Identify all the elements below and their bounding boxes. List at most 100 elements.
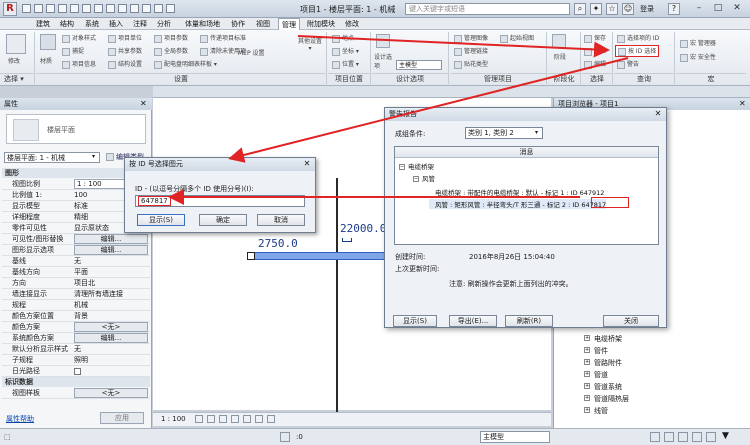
save-selection-button[interactable]: 保存: [594, 35, 606, 42]
browser-item[interactable]: + 管道: [584, 370, 608, 380]
chevron-down-icon[interactable]: ▾: [92, 153, 95, 160]
panel-schedule-button[interactable]: 配电盘明细表样板 ▾: [164, 61, 217, 68]
measure-icon[interactable]: [94, 4, 103, 13]
instance-filter-select[interactable]: 楼层平面: 1 - 机械: [4, 152, 100, 163]
collapse-icon[interactable]: −: [413, 176, 419, 182]
property-row[interactable]: 基线 无: [2, 256, 150, 267]
property-row[interactable]: 可见性/图形替换 编辑...: [2, 234, 150, 245]
property-row[interactable]: 墙连接显示 清理所有墙连接: [2, 289, 150, 300]
property-value[interactable]: 编辑...: [74, 333, 148, 343]
refresh-button[interactable]: 刷新(R): [505, 315, 553, 327]
browser-item[interactable]: + 管道系统: [584, 382, 622, 392]
apply-button[interactable]: 应用: [100, 412, 144, 424]
switch-windows-icon[interactable]: [154, 4, 163, 13]
chevron-down-icon[interactable]: ▾: [535, 129, 538, 136]
property-value[interactable]: <无>: [74, 388, 148, 398]
maximize-icon[interactable]: □: [709, 2, 727, 15]
browser-item[interactable]: + 管件: [584, 346, 608, 356]
tab-annotate[interactable]: 注释: [130, 18, 150, 30]
close-dialog-icon[interactable]: ✕: [652, 109, 664, 120]
mep-settings-button[interactable]: MEP 设置: [238, 48, 265, 57]
tree-node-cable-tray[interactable]: − 电缆桥架: [399, 161, 434, 171]
select-links-icon[interactable]: [650, 432, 660, 442]
sun-path-checkbox[interactable]: [74, 368, 81, 375]
tab-insert[interactable]: 插入: [106, 18, 126, 30]
property-row[interactable]: 日光路径: [2, 366, 150, 377]
position-button[interactable]: 位置 ▾: [342, 61, 359, 68]
help-icon[interactable]: ?: [668, 3, 680, 15]
expand-icon[interactable]: +: [584, 371, 590, 377]
starting-view-button[interactable]: 起始视图: [510, 35, 534, 42]
global-params-button[interactable]: 全局参数: [164, 48, 188, 55]
design-options-button[interactable]: 设计选项: [374, 52, 394, 70]
worksets-icon[interactable]: [280, 432, 290, 442]
open-icon[interactable]: [22, 4, 31, 13]
close-panel-icon[interactable]: ✕: [140, 99, 147, 108]
id-input[interactable]: 647817: [135, 195, 305, 207]
tab-systems[interactable]: 系统: [82, 18, 102, 30]
load-selection-button[interactable]: 载入: [594, 48, 606, 55]
property-row-view-template[interactable]: 视图样板 <无>: [2, 388, 150, 399]
text-icon[interactable]: [106, 4, 115, 13]
design-option-status-select[interactable]: 主模型: [480, 431, 550, 443]
property-value[interactable]: <无>: [74, 322, 148, 332]
close-browser-icon[interactable]: ✕: [739, 99, 746, 108]
shadows-icon[interactable]: [231, 415, 239, 423]
customize-qat-icon[interactable]: [166, 4, 175, 13]
materials-button[interactable]: 材质: [40, 56, 52, 65]
duct-grip-handle[interactable]: [247, 252, 255, 260]
edit-selection-button[interactable]: 编辑: [594, 61, 606, 68]
dimension-right[interactable]: 22000.0: [340, 222, 386, 235]
close-button[interactable]: 关闭: [603, 315, 659, 327]
additional-settings-button[interactable]: 其他设置 ▾: [298, 36, 322, 52]
macro-security-button[interactable]: 宏 安全性: [690, 54, 716, 61]
print-icon[interactable]: [82, 4, 91, 13]
property-row[interactable]: 子规程 照明: [2, 355, 150, 366]
property-value[interactable]: 编辑...: [74, 245, 148, 255]
property-row[interactable]: 基线方向 平面: [2, 267, 150, 278]
location-button[interactable]: 地点: [342, 35, 354, 42]
manage-images-button[interactable]: 管理图像: [464, 35, 488, 42]
property-row[interactable]: 规程 机械: [2, 300, 150, 311]
close-window-icon[interactable]: ✕: [728, 2, 746, 15]
group-by-select[interactable]: 类别 1, 类别 2: [465, 127, 543, 139]
type-selector[interactable]: 楼层平面: [6, 114, 146, 144]
materials-icon[interactable]: [40, 34, 56, 50]
select-panel-title[interactable]: 选择 ▾: [0, 73, 34, 83]
phases-icon[interactable]: [552, 34, 566, 48]
undo-icon[interactable]: [58, 4, 67, 13]
redo-icon[interactable]: [70, 4, 79, 13]
show-button[interactable]: 显示(S): [393, 315, 437, 327]
dimension-left[interactable]: 2750.0: [258, 237, 298, 250]
modify-button[interactable]: 修改: [8, 56, 20, 65]
tree-leaf-cable-tray[interactable]: 电缆桥架 : 带配件的电缆桥架 : 默认 - 标记 1 : ID 647912: [435, 187, 604, 197]
detail-level-icon[interactable]: [195, 415, 203, 423]
project-params-button[interactable]: 项目参数: [164, 35, 188, 42]
transfer-standards-button[interactable]: 传递项目标准: [210, 35, 246, 42]
main-model-select[interactable]: 主模型: [396, 60, 442, 70]
user-icon[interactable]: ☺: [622, 3, 634, 15]
manage-links-button[interactable]: 管理链接: [464, 48, 488, 55]
project-units-button[interactable]: 项目单位: [118, 35, 142, 42]
tab-analyze[interactable]: 分析: [154, 18, 174, 30]
tab-addins[interactable]: 附加模块: [304, 18, 338, 30]
browser-item[interactable]: + 管路附件: [584, 358, 622, 368]
property-row[interactable]: 默认分析显示样式无: [2, 344, 150, 355]
expand-icon[interactable]: +: [584, 395, 590, 401]
minimize-icon[interactable]: –: [690, 2, 708, 15]
visual-style-icon[interactable]: [207, 415, 215, 423]
reveal-hidden-icon[interactable]: [267, 415, 275, 423]
tab-massing-site[interactable]: 体量和场地: [182, 18, 223, 30]
export-button[interactable]: 导出(E)...: [449, 315, 497, 327]
coordinates-button[interactable]: 坐标 ▾: [342, 48, 359, 55]
filter-icon[interactable]: ▼: [722, 431, 729, 441]
show-button[interactable]: 显示(S): [137, 214, 185, 226]
decal-types-button[interactable]: 贴花类型: [464, 61, 488, 68]
tab-architecture[interactable]: 建筑: [33, 18, 53, 30]
tab-manage[interactable]: 管理: [278, 18, 300, 30]
grid-line[interactable]: [336, 178, 338, 413]
close-hidden-icon[interactable]: [142, 4, 151, 13]
sync-icon[interactable]: [46, 4, 55, 13]
section-icon[interactable]: [130, 4, 139, 13]
property-row[interactable]: 颜色方案 <无>: [2, 322, 150, 333]
